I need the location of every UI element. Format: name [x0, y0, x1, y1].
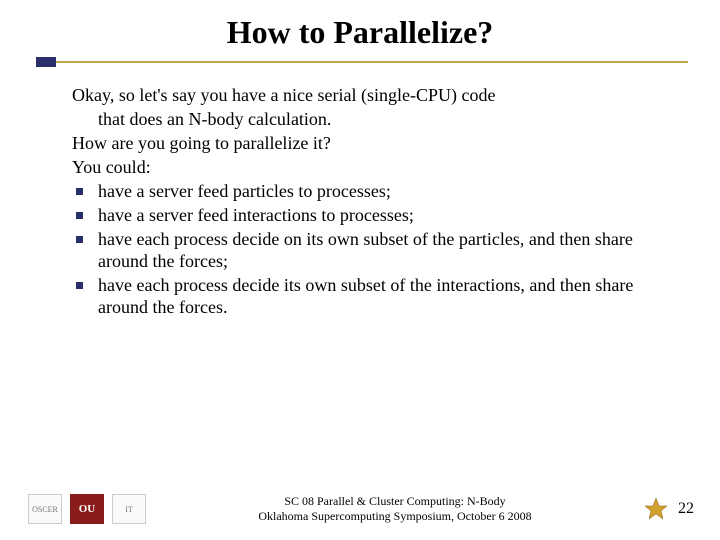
- logo-ou: OU: [70, 494, 104, 524]
- star-icon: [644, 497, 668, 521]
- slide-body: Okay, so let's say you have a nice seria…: [0, 71, 720, 319]
- footer-line2: Oklahoma Supercomputing Symposium, Octob…: [146, 509, 644, 524]
- bullet-item: have each process decide its own subset …: [72, 275, 668, 319]
- bullet-item: have a server feed interactions to proce…: [72, 205, 668, 227]
- slide-footer: OSCER OU IT SC 08 Parallel & Cluster Com…: [0, 488, 720, 530]
- logo-oscer: OSCER: [28, 494, 62, 524]
- footer-line1: SC 08 Parallel & Cluster Computing: N-Bo…: [146, 494, 644, 509]
- bullet-item: have a server feed particles to processe…: [72, 181, 668, 203]
- title-divider: [0, 57, 720, 71]
- body-paragraph: How are you going to parallelize it?: [72, 133, 668, 155]
- page-number: 22: [678, 500, 694, 518]
- logo-it: IT: [112, 494, 146, 524]
- bullet-item: have each process decide on its own subs…: [72, 229, 668, 273]
- body-paragraph: Okay, so let's say you have a nice seria…: [72, 85, 668, 107]
- slide-title: How to Parallelize?: [40, 14, 680, 51]
- body-paragraph: You could:: [72, 157, 668, 179]
- body-paragraph: that does an N-body calculation.: [72, 109, 668, 131]
